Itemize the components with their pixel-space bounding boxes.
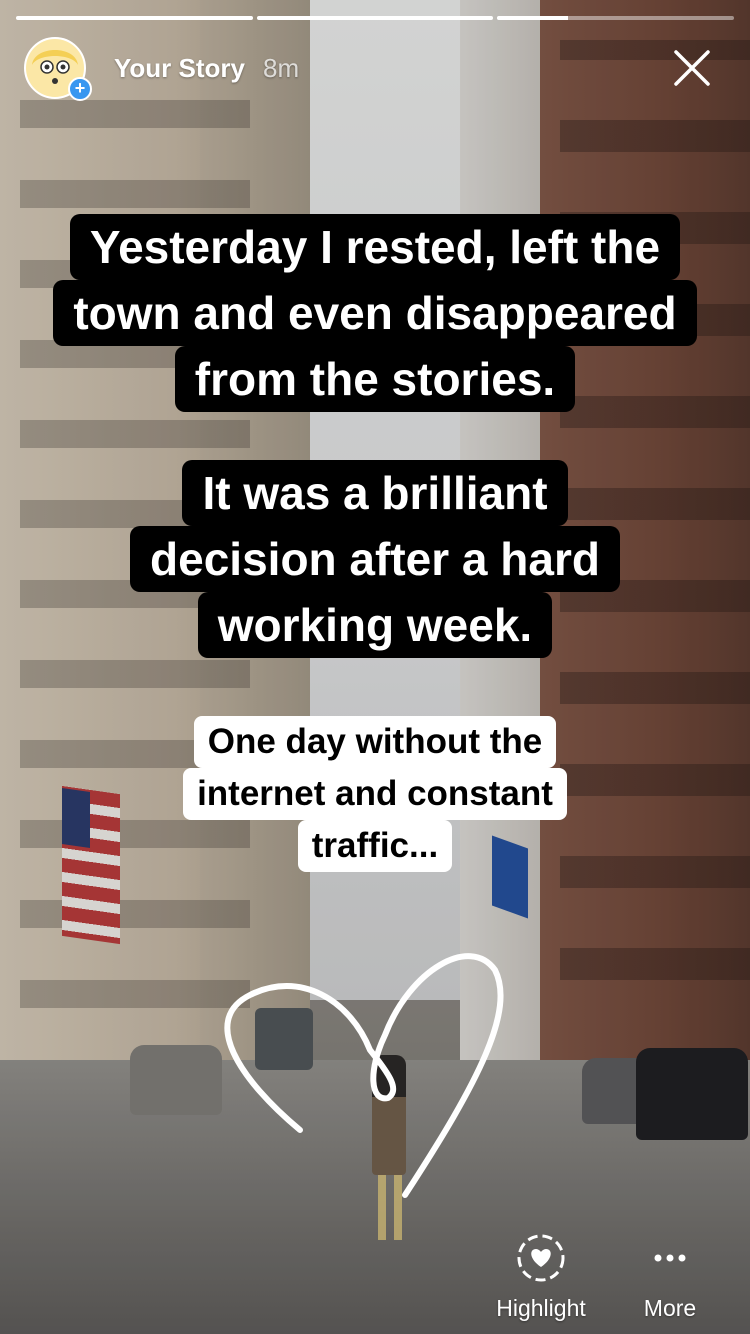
story-header: + Your Story 8m <box>24 36 730 101</box>
highlight-button[interactable]: Highlight <box>481 1232 601 1322</box>
more-button[interactable]: More <box>610 1232 730 1322</box>
caption-line: Yesterday I rested, left the <box>69 214 681 280</box>
caption-line: decision after a hard <box>130 526 620 592</box>
story-progress <box>16 16 735 20</box>
heart-highlight-icon <box>517 1234 565 1282</box>
close-icon[interactable] <box>670 46 714 90</box>
plus-icon[interactable]: + <box>68 77 92 101</box>
highlight-label: Highlight <box>496 1295 586 1321</box>
caption-block-1: Yesterday I rested, left the town and ev… <box>0 214 750 412</box>
caption-line: town and even disappeared <box>53 280 697 346</box>
caption-line: traffic... <box>297 820 453 872</box>
avatar[interactable]: + <box>24 37 92 101</box>
progress-segment <box>256 16 494 20</box>
story-author-name[interactable]: Your Story <box>114 53 245 84</box>
story-viewer[interactable]: + Your Story 8m Yesterday I rested, left… <box>0 0 750 1334</box>
heart-doodle-sticker <box>224 953 504 1198</box>
caption-block-3: One day without the internet and constan… <box>0 716 750 872</box>
caption-line: It was a brilliant <box>182 460 568 526</box>
caption-line: internet and constant <box>183 768 567 820</box>
caption-block-2: It was a brilliant decision after a hard… <box>0 460 750 658</box>
progress-segment <box>16 16 253 20</box>
caption-line: from the stories. <box>174 346 576 412</box>
more-dots-icon <box>654 1254 686 1262</box>
story-timestamp: 8m <box>262 52 300 83</box>
progress-segment <box>497 16 735 20</box>
caption-line: working week. <box>197 592 553 658</box>
caption-line: One day without the <box>193 716 557 768</box>
more-label: More <box>643 1295 697 1321</box>
